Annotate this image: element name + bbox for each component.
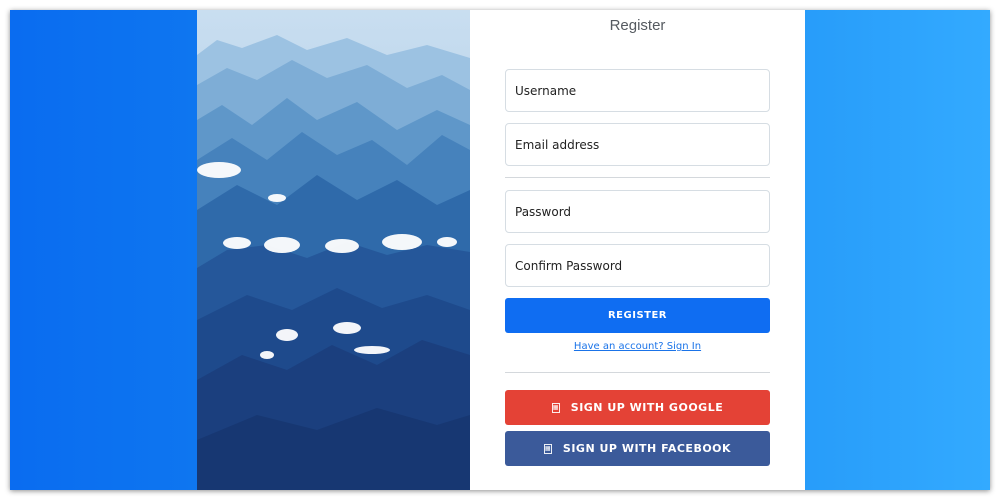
register-button-label: REGISTER [607, 310, 667, 321]
register-button[interactable]: REGISTER [505, 298, 770, 333]
page-background: Register REGISTER Have an account? Sign … [10, 10, 990, 490]
email-field[interactable] [505, 123, 770, 166]
password-field[interactable] [505, 190, 770, 233]
mountain-image [197, 10, 470, 490]
facebook-signup-label: SIGN UP WITH FACEBOOK [562, 442, 732, 455]
username-field[interactable] [505, 69, 770, 112]
google-signup-label: SIGN UP WITH GOOGLE [570, 401, 724, 414]
confirm-password-field[interactable] [505, 244, 770, 287]
google-icon: ▦ [551, 402, 560, 413]
facebook-signup-button[interactable]: ▦ SIGN UP WITH FACEBOOK [505, 431, 770, 466]
register-card: Register REGISTER Have an account? Sign … [197, 10, 805, 490]
google-signup-button[interactable]: ▦ SIGN UP WITH GOOGLE [505, 390, 770, 425]
signin-link[interactable]: Have an account? Sign In [470, 341, 805, 352]
form-title: Register [609, 17, 666, 34]
social-divider [505, 372, 770, 373]
facebook-icon: ▦ [543, 443, 552, 454]
form-divider [505, 177, 770, 178]
register-form: Register REGISTER Have an account? Sign … [470, 10, 805, 490]
